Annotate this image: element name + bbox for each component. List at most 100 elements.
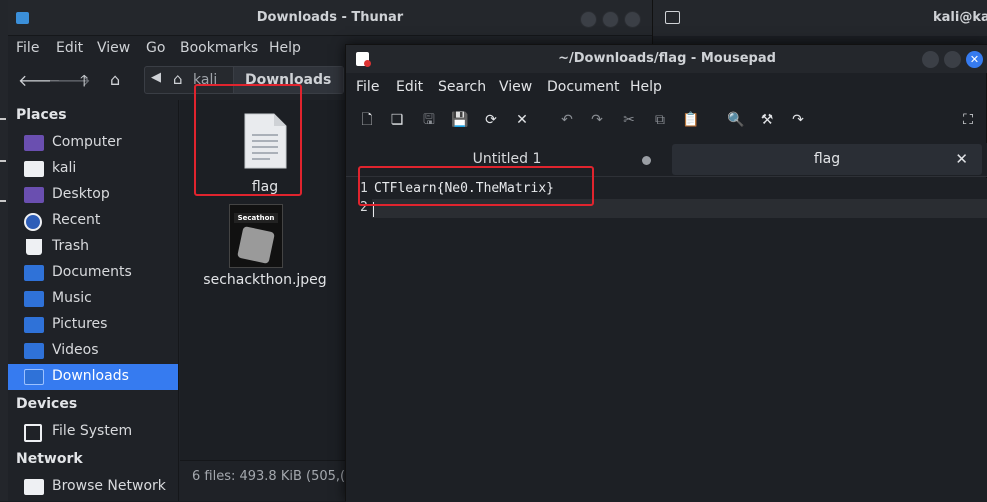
reload-icon[interactable]: ⟳ [482, 111, 500, 129]
paste-icon[interactable]: 📋 [682, 111, 700, 129]
annotation-highlight-flag-text [358, 166, 594, 206]
mousepad-titlebar[interactable]: ~/Downloads/flag - Mousepad ✕ [346, 45, 987, 73]
sidebar-item-label: kali [52, 160, 77, 176]
network-header: Network [16, 451, 83, 467]
sidebar-item-label: Computer [52, 134, 122, 150]
desktop-mark [0, 160, 6, 162]
desktop-mark [0, 118, 6, 120]
tab-flag[interactable]: flag ✕ [672, 144, 982, 175]
music-folder-icon [24, 291, 44, 307]
path-left-arrow-icon[interactable]: ◀ [151, 70, 161, 85]
videos-folder-icon [24, 343, 44, 359]
tab-label: Untitled 1 [472, 151, 542, 167]
copy-icon[interactable]: ⧉ [651, 111, 669, 129]
sidebar-item-label: Pictures [52, 316, 108, 332]
network-icon [24, 479, 44, 495]
menu-document[interactable]: Document [547, 79, 620, 95]
downloads-folder-icon [24, 369, 44, 385]
terminal-titlebar[interactable]: kali@kali: [653, 0, 987, 36]
sidebar-item-label: Trash [52, 238, 89, 254]
new-window-icon[interactable]: ❏ [388, 111, 406, 129]
sidebar-item-trash[interactable]: Trash [8, 234, 178, 260]
sidebar-item-label: File System [52, 423, 133, 439]
close-button[interactable]: ✕ [966, 51, 983, 68]
menu-file[interactable]: File [356, 79, 379, 95]
search-icon[interactable]: 🔍 [727, 111, 745, 129]
pictures-folder-icon [24, 317, 44, 333]
drive-icon [24, 424, 42, 442]
computer-icon [24, 135, 44, 151]
sidebar-item-label: Browse Network [52, 478, 166, 494]
sidebar-item-documents[interactable]: Documents [8, 260, 178, 286]
menu-search[interactable]: Search [438, 79, 486, 95]
terminal-icon [665, 11, 680, 24]
thumbnail-graphic [237, 226, 275, 264]
tab-close-icon[interactable]: ✕ [955, 150, 968, 168]
text-editor[interactable]: 1 2 CTFlearn{Ne0.TheMatrix} [346, 178, 987, 502]
sidebar-item-label: Recent [52, 212, 101, 228]
redo-icon[interactable]: ↷ [588, 111, 606, 129]
desktop-edge [0, 0, 8, 501]
sidebar-item-music[interactable]: Music [8, 286, 178, 312]
menu-bookmarks[interactable]: Bookmarks [180, 40, 258, 56]
close-button[interactable] [624, 11, 641, 28]
menu-edit[interactable]: Edit [56, 40, 83, 56]
undo-icon[interactable]: ↶ [558, 111, 576, 129]
documents-folder-icon [24, 265, 44, 281]
sidebar-item-desktop[interactable]: Desktop [8, 182, 178, 208]
sidebar-item-label: Documents [52, 264, 132, 280]
minimize-button[interactable] [922, 51, 939, 68]
window-title: ~/Downloads/flag - Mousepad [558, 51, 776, 66]
menu-view[interactable]: View [97, 40, 130, 56]
sidebar-item-label: Videos [52, 342, 99, 358]
status-text: 6 files: 493.8 KiB (505,( [192, 469, 346, 484]
sidebar-item-videos[interactable]: Videos [8, 338, 178, 364]
close-document-icon[interactable]: ✕ [513, 111, 531, 129]
sidebar-item-downloads[interactable]: Downloads [8, 364, 178, 390]
modified-dot-icon [642, 156, 651, 165]
menu-view[interactable]: View [499, 79, 532, 95]
cut-icon[interactable]: ✂ [620, 111, 638, 129]
fullscreen-icon[interactable]: ⛶ [959, 111, 977, 129]
menu-help[interactable]: Help [269, 40, 301, 56]
path-home-icon: ⌂ [173, 70, 183, 88]
window-title: Downloads - Thunar [256, 10, 404, 25]
places-header: Places [16, 107, 67, 123]
desktop-folder-icon [24, 187, 44, 203]
image-thumbnail-icon: Secathon [229, 204, 283, 268]
recent-icon [24, 213, 42, 231]
file-item-sechackthon[interactable]: Secathon sechackthon.jpeg [190, 200, 340, 292]
new-document-icon[interactable]: 🗋 [358, 111, 376, 129]
maximize-button[interactable] [944, 51, 961, 68]
go-to-line-icon[interactable]: ↷ [789, 111, 807, 129]
file-name: sechackthon.jpeg [203, 272, 327, 288]
menu-edit[interactable]: Edit [396, 79, 423, 95]
sidebar-item-label: Music [52, 290, 92, 306]
up-arrow-icon[interactable]: 🡑 [80, 70, 88, 97]
maximize-button[interactable] [602, 11, 619, 28]
sidebar-item-recent[interactable]: Recent [8, 208, 178, 234]
sidebar-item-pictures[interactable]: Pictures [8, 312, 178, 338]
find-replace-icon[interactable]: ⚒ [758, 111, 776, 129]
sidebar-item-label: Downloads [52, 368, 129, 384]
sidebar-item-browse-network[interactable]: Browse Network [8, 474, 178, 500]
menu-go[interactable]: Go [146, 40, 165, 56]
desktop-mark [0, 200, 6, 202]
thunar-titlebar[interactable]: Downloads - Thunar [8, 0, 652, 36]
trash-icon [26, 239, 42, 255]
home-icon[interactable]: ⌂ [110, 70, 120, 89]
annotation-highlight-file [194, 84, 302, 196]
sidebar-item-label: Desktop [52, 186, 110, 202]
sidebar-item-file-system[interactable]: File System [8, 419, 178, 445]
menu-help[interactable]: Help [630, 79, 662, 95]
minimize-button[interactable] [580, 11, 597, 28]
sidebar-item-computer[interactable]: Computer [8, 130, 178, 156]
thumbnail-caption: Secathon [234, 213, 278, 223]
devices-header: Devices [16, 396, 78, 412]
sidebar-item-kali[interactable]: kali [8, 156, 178, 182]
save-as-icon[interactable]: 💾 [451, 111, 469, 129]
terminal-title: kali@kali: [933, 10, 987, 25]
menu-file[interactable]: File [16, 40, 39, 56]
status-bar: 6 files: 493.8 KiB (505,( [180, 460, 352, 501]
save-icon[interactable]: 🖫 [420, 111, 438, 129]
